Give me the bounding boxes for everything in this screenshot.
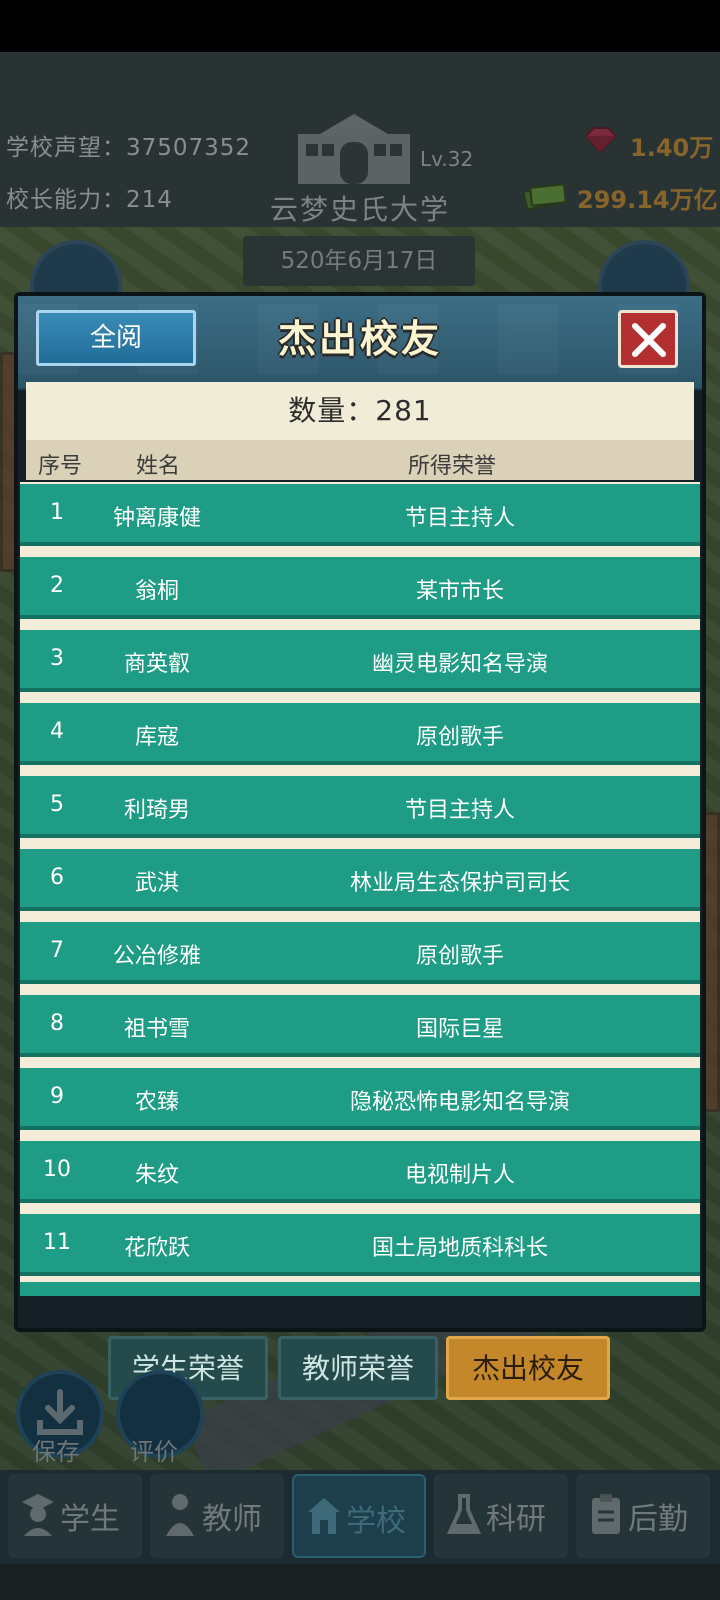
alumni-honor: 林业局生态保护司司长 — [349, 871, 570, 896]
table-row[interactable]: 1 钟离康健 节目主持人 — [20, 484, 700, 546]
alumni-count: 数量：281 — [26, 382, 694, 440]
school-level: Lv.32 — [420, 147, 474, 171]
row-number: 1 — [50, 500, 64, 525]
nav-item-teachers[interactable]: 教师 — [150, 1474, 284, 1558]
alumni-name: 翁桐 — [134, 579, 179, 604]
table-row[interactable]: 7 公冶修雅 原创歌手 — [20, 922, 700, 984]
school-building-icon — [298, 114, 410, 184]
alumni-name: 朱纹 — [134, 1163, 179, 1188]
table-row[interactable]: 6 武淇 林业局生态保护司司长 — [20, 849, 700, 911]
table-row[interactable]: 11 花欣跃 国土局地质科科长 — [20, 1214, 700, 1276]
table-row-partial — [20, 1282, 700, 1296]
row-number: 4 — [50, 719, 64, 744]
nav-item-students[interactable]: 学生 — [8, 1474, 142, 1558]
alumni-name: 利琦男 — [123, 798, 190, 823]
alumni-honor: 节目主持人 — [404, 506, 515, 531]
student-icon — [22, 1494, 54, 1536]
table-row[interactable]: 9 农臻 隐秘恐怖电影知名导演 — [20, 1068, 700, 1130]
table-row[interactable]: 10 朱纹 电视制片人 — [20, 1141, 700, 1203]
game-date: 520年6月17日 — [243, 236, 475, 286]
alumni-name: 钟离康健 — [112, 506, 201, 531]
alumni-honor: 幽灵电影知名导演 — [371, 652, 548, 677]
teacher-icon — [166, 1494, 194, 1536]
alumni-name: 祖书雪 — [123, 1017, 190, 1042]
save-label: 保存 — [32, 1438, 80, 1466]
table-row[interactable]: 5 利琦男 节目主持人 — [20, 776, 700, 838]
tab-distinguished-alumni[interactable]: 杰出校友 — [446, 1336, 610, 1400]
alumni-name: 农臻 — [134, 1090, 179, 1115]
alumni-honor: 某市市长 — [415, 579, 504, 604]
row-number: 11 — [43, 1230, 71, 1255]
column-header-num: 序号 — [38, 454, 83, 479]
alumni-list[interactable]: 1 钟离康健 节目主持人 2 翁桐 某市市长 3 商英叡 幽灵电影知名导演 4 … — [20, 482, 700, 1296]
column-header-honor: 所得荣誉 — [408, 454, 497, 479]
table-row[interactable]: 2 翁桐 某市市长 — [20, 557, 700, 619]
alumni-dialog: 全阅 杰出校友 数量：281 序号 姓名 所得荣誉 1 钟离康健 节目主持人 2… — [14, 292, 706, 1332]
row-number: 7 — [50, 938, 64, 963]
reputation-stat: 学校声望：37507352 — [6, 135, 252, 161]
bottom-nav: 学生 教师 学校 科研 后勤 — [0, 1470, 720, 1564]
dialog-header: 全阅 杰出校友 — [18, 296, 702, 390]
school-name: 云梦史氏大学 — [269, 193, 450, 226]
alumni-honor: 隐秘恐怖电影知名导演 — [349, 1090, 570, 1115]
close-button[interactable] — [618, 310, 678, 368]
row-number: 2 — [50, 573, 64, 598]
flask-icon — [446, 1494, 482, 1534]
status-bar — [0, 0, 720, 52]
table-row[interactable]: 4 库寇 原创歌手 — [20, 703, 700, 765]
gem-icon — [584, 127, 618, 154]
row-number: 3 — [50, 646, 64, 671]
alumni-honor: 电视制片人 — [404, 1163, 515, 1188]
alumni-honor: 节目主持人 — [404, 798, 515, 823]
system-nav-bar — [0, 1564, 720, 1600]
alumni-honor: 原创歌手 — [415, 944, 504, 969]
alumni-honor: 原创歌手 — [415, 725, 504, 750]
alumni-honor: 国际巨星 — [415, 1017, 504, 1042]
alumni-name: 商英叡 — [123, 652, 190, 677]
row-number: 10 — [43, 1157, 71, 1182]
row-number: 5 — [50, 792, 64, 817]
row-number: 9 — [50, 1084, 64, 1109]
close-icon — [632, 323, 666, 357]
alumni-name: 花欣跃 — [123, 1236, 190, 1261]
table-header: 序号 姓名 所得荣誉 — [26, 440, 694, 480]
column-header-name: 姓名 — [136, 454, 181, 479]
rate-label: 评价 — [130, 1438, 178, 1466]
gem-count: 1.40万 — [630, 134, 714, 162]
alumni-name: 武淇 — [134, 871, 179, 896]
dialog-title: 杰出校友 — [277, 317, 442, 361]
row-number: 6 — [50, 865, 64, 890]
row-number: 8 — [50, 1011, 64, 1036]
nav-item-research[interactable]: 科研 — [434, 1474, 568, 1558]
alumni-honor: 国土局地质科科长 — [371, 1236, 548, 1261]
nav-item-school[interactable]: 学校 — [292, 1474, 426, 1558]
nav-item-logistics[interactable]: 后勤 — [576, 1474, 710, 1558]
tab-teacher-honors[interactable]: 教师荣誉 — [278, 1336, 438, 1400]
alumni-name: 库寇 — [134, 725, 179, 750]
school-icon — [308, 1498, 340, 1534]
alumni-name: 公冶修雅 — [112, 944, 201, 969]
clipboard-icon — [592, 1494, 620, 1534]
table-row[interactable]: 8 祖书雪 国际巨星 — [20, 995, 700, 1057]
table-row[interactable]: 3 商英叡 幽灵电影知名导演 — [20, 630, 700, 692]
